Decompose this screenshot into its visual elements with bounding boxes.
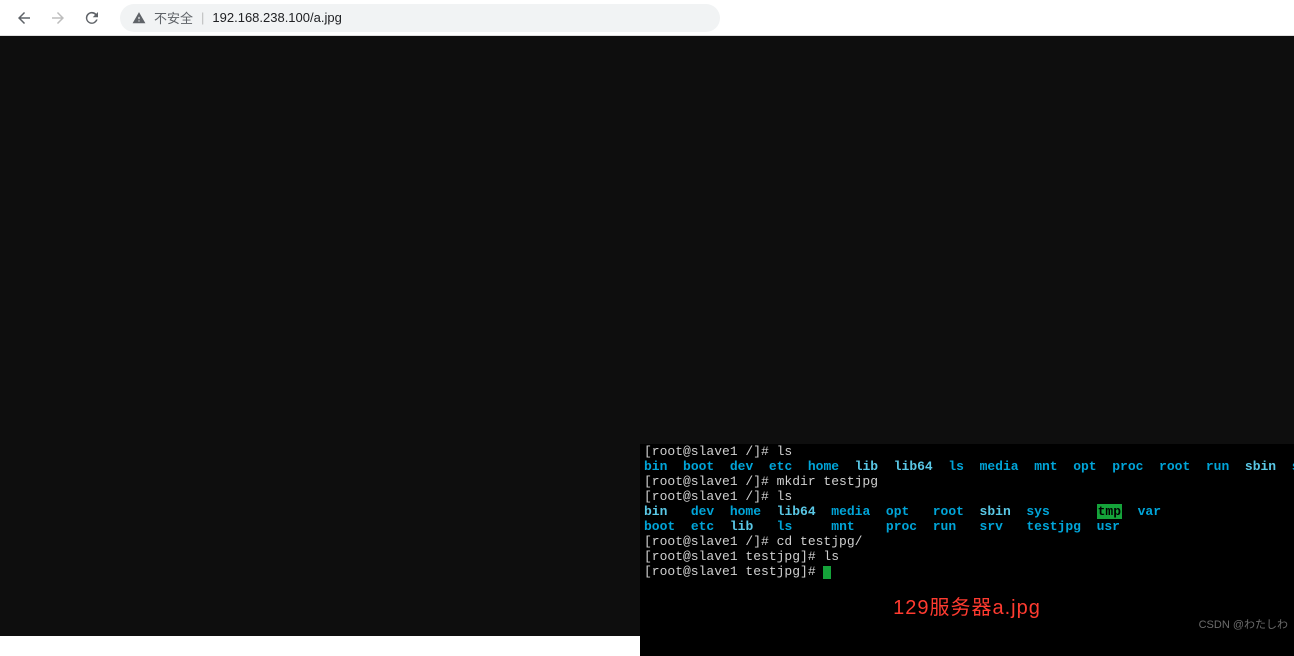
terminal-panel: [root@slave1 /]# ls bin boot dev etc hom… <box>640 444 1294 656</box>
back-button[interactable] <box>10 4 38 32</box>
term-prompt-final: [root@slave1 testjpg]# <box>644 564 823 579</box>
divider: | <box>201 10 204 25</box>
term-line-last: [root@slave1 testjpg]# <box>644 564 1290 579</box>
term-line-prompt0: [root@slave1 /]# ls <box>644 444 1290 459</box>
term-line-ls2: [root@slave1 /]# ls <box>644 489 1290 504</box>
reload-button[interactable] <box>78 4 106 32</box>
term-ls1: bin boot dev etc home lib lib64 ls media… <box>644 459 1290 474</box>
warning-icon <box>132 11 146 25</box>
term-line-ls3: [root@slave1 testjpg]# ls <box>644 549 1290 564</box>
term-ls2-row2: boot etc lib ls mnt proc run srv testjpg… <box>644 519 1290 534</box>
term-ls2-row1: bin dev home lib64 media opt root sbin s… <box>644 504 1290 519</box>
address-bar[interactable]: 不安全 | 192.168.238.100/a.jpg <box>120 4 720 32</box>
red-caption: 129服务器a.jpg <box>644 601 1290 616</box>
term-line-mkdir: [root@slave1 /]# mkdir testjpg <box>644 474 1290 489</box>
term-line-cd: [root@slave1 /]# cd testjpg/ <box>644 534 1290 549</box>
watermark: CSDN @わたしわ <box>1199 616 1288 632</box>
forward-button[interactable] <box>44 4 72 32</box>
insecure-label: 不安全 <box>154 8 193 27</box>
page-content: [root@slave1 /]# ls bin boot dev etc hom… <box>0 36 1294 636</box>
cursor-icon <box>823 566 831 579</box>
url-text: 192.168.238.100/a.jpg <box>212 10 341 25</box>
browser-toolbar: 不安全 | 192.168.238.100/a.jpg <box>0 0 1294 36</box>
